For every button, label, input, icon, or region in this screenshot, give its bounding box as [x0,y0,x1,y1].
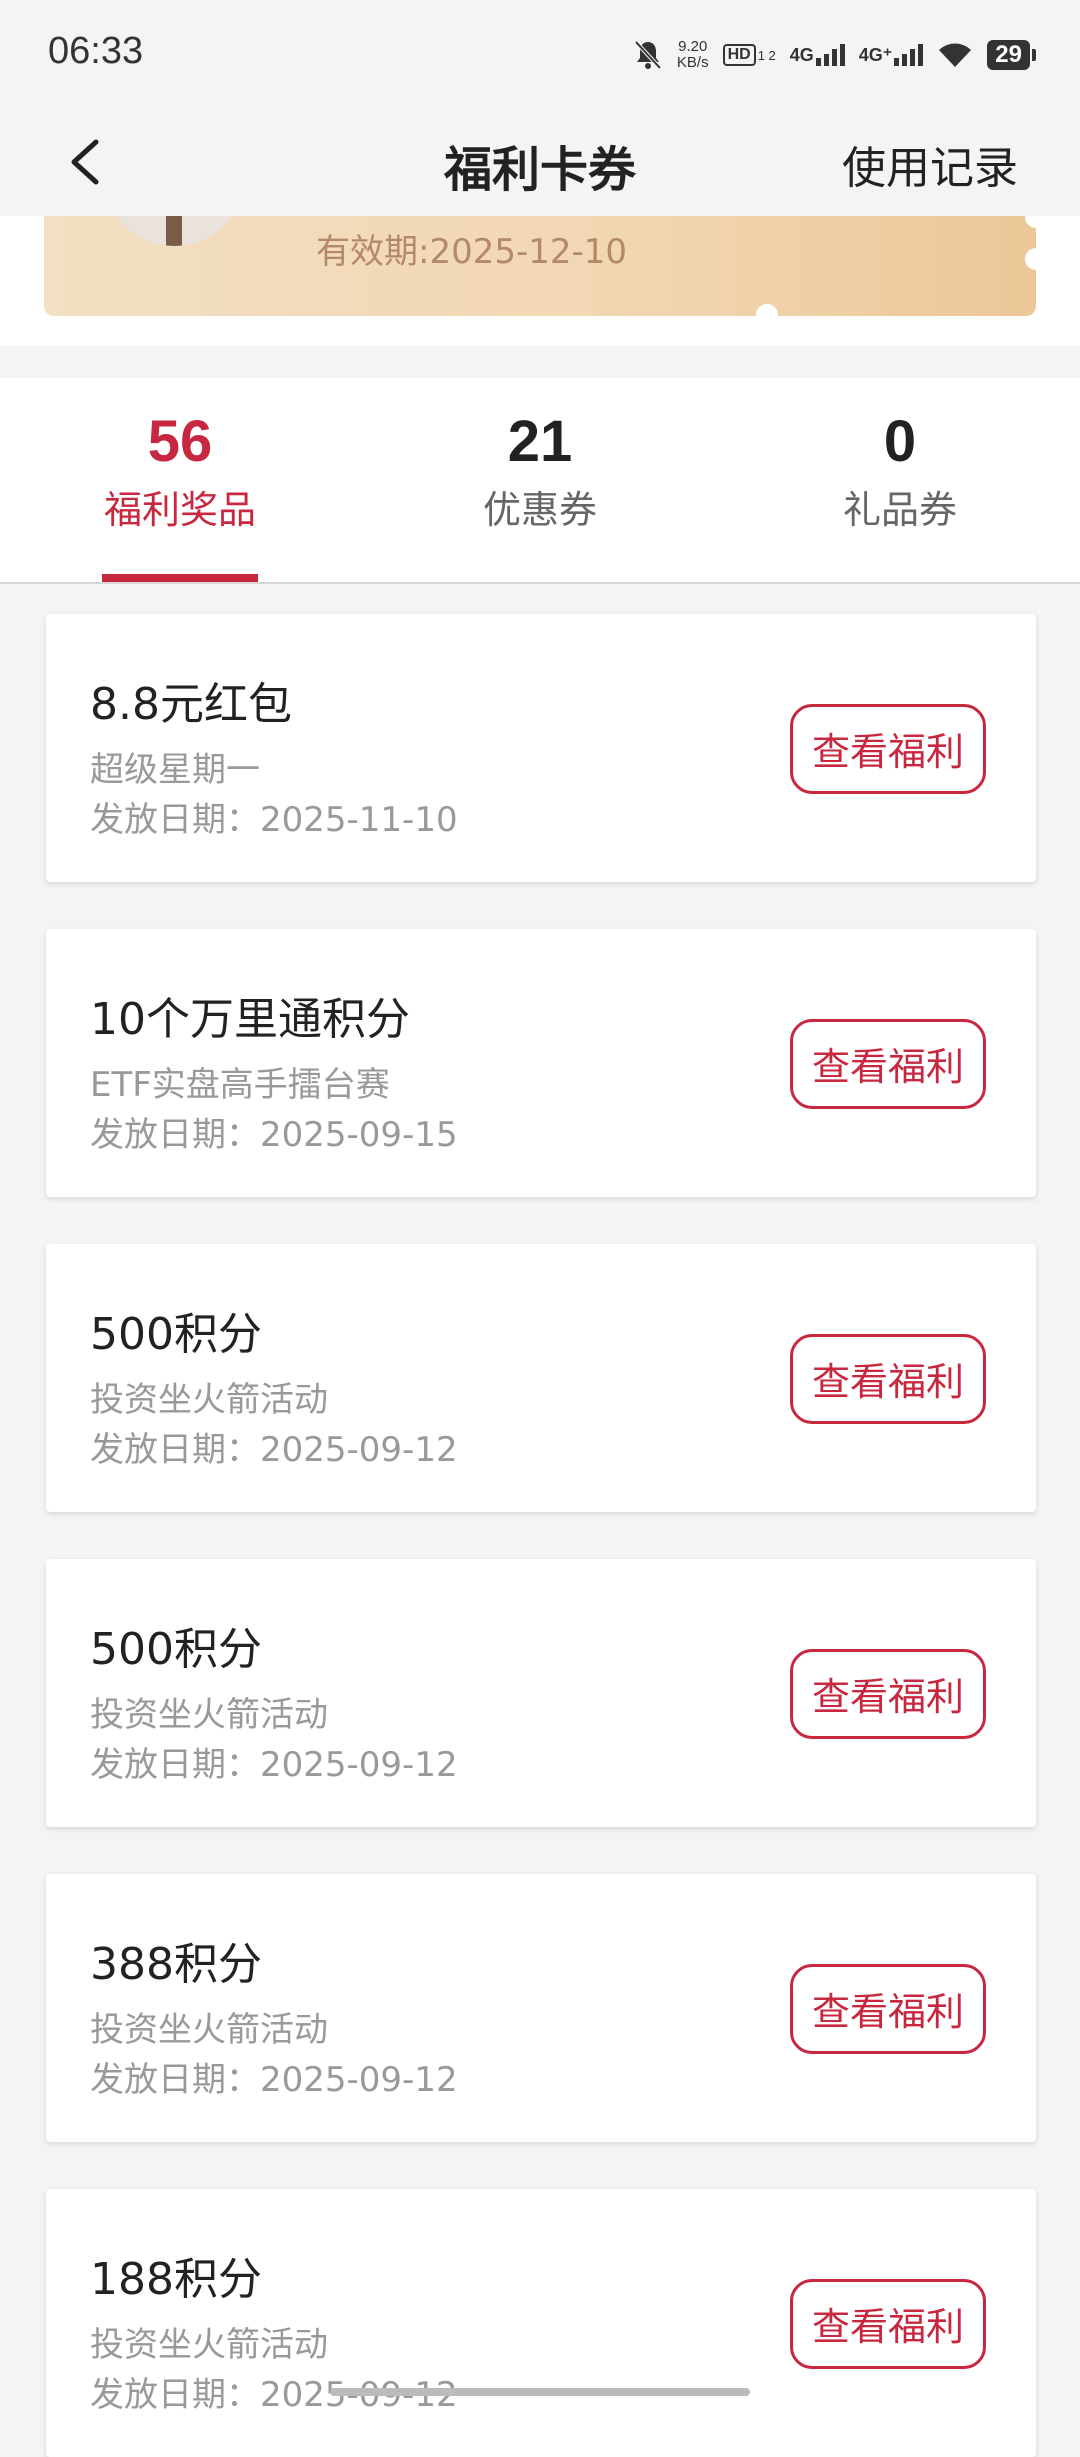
item-title: 8.8元红包 [90,679,292,730]
item-title: 188积分 [90,2254,262,2305]
tab-gift-vouchers[interactable]: 0 礼品券 [750,408,1050,534]
battery-icon: 29 [987,40,1036,70]
item-title: 388积分 [90,1939,262,1990]
list-item: 500积分 投资坐火箭活动 发放日期：2025-09-12 查看福利 [46,1244,1036,1512]
status-time: 06:33 [48,30,144,72]
hd-label: HD [722,44,756,66]
item-date: 发放日期：2025-09-12 [90,1430,458,1470]
tab-label: 福利奖品 [103,488,256,532]
item-source: 投资坐火箭活动 [90,2010,328,2050]
signal-1-label: 4G [789,44,814,65]
status-bar: 06:33 9.20 KB/s HD 1 2 4G 4G⁺ 29 [0,0,1080,108]
tab-coupons[interactable]: 21 优惠券 [390,408,690,534]
item-title: 500积分 [90,1624,262,1675]
hd-voice-icon: HD 1 2 [722,44,776,66]
item-source: 超级星期一 [90,750,260,790]
list-item: 10个万里通积分 ETF实盘高手擂台赛 发放日期：2025-09-15 查看福利 [46,929,1036,1197]
usage-history-link[interactable]: 使用记录 [842,132,1018,196]
nav-bar: 福利卡券 使用记录 [0,108,1080,216]
view-welfare-button[interactable]: 查看福利 [790,704,986,794]
list-item: 388积分 投资坐火箭活动 发放日期：2025-09-12 查看福利 [46,1874,1036,2142]
network-speed: 9.20 KB/s [677,39,709,71]
signal-2-label: 4G⁺ [858,44,893,65]
tab-label: 优惠券 [482,488,597,532]
list-item: 8.8元红包 超级星期一 发放日期：2025-11-10 查看福利 [46,614,1036,882]
tab-count: 0 [883,409,917,474]
view-welfare-button[interactable]: 查看福利 [790,1019,986,1109]
item-date: 发放日期：2025-09-12 [90,2060,458,2100]
mute-bell-icon [633,39,663,71]
voucher-notch [756,304,778,316]
item-source: ETF实盘高手擂台赛 [90,1065,390,1105]
item-date: 发放日期：2025-11-10 [90,800,458,840]
tab-count: 56 [147,409,213,474]
item-title: 10个万里通积分 [90,994,410,1045]
view-welfare-button[interactable]: 查看福利 [790,1334,986,1424]
voucher-area: 有效期:2025-12-10 [0,186,1080,346]
view-welfare-button[interactable]: 查看福利 [790,1649,986,1739]
tab-label: 礼品券 [842,488,957,532]
voucher-validity: 有效期:2025-12-10 [316,232,628,272]
item-date: 发放日期：2025-09-12 [90,1745,458,1785]
signal-2-icon: 4G⁺ [859,44,924,66]
hd-sub: 1 2 [757,47,776,63]
list-item: 188积分 投资坐火箭活动 发放日期：2025-09-12 查看福利 [46,2189,1036,2457]
signal-1-icon: 4G [790,44,845,66]
item-date: 发放日期：2025-09-15 [90,1115,458,1155]
view-welfare-button[interactable]: 查看福利 [790,2279,986,2369]
home-indicator[interactable] [330,2388,750,2396]
wifi-icon [937,41,973,69]
active-tab-indicator [102,574,258,582]
list-item: 500积分 投资坐火箭活动 发放日期：2025-09-12 查看福利 [46,1559,1036,1827]
status-icons: 9.20 KB/s HD 1 2 4G 4G⁺ 29 [633,30,1036,80]
voucher-notch [1025,248,1036,270]
view-welfare-button[interactable]: 查看福利 [790,1964,986,2054]
item-source: 投资坐火箭活动 [90,1380,328,1420]
item-title: 500积分 [90,1309,262,1360]
tab-welfare-prizes[interactable]: 56 福利奖品 [30,408,330,534]
item-source: 投资坐火箭活动 [90,2325,328,2365]
item-source: 投资坐火箭活动 [90,1695,328,1735]
category-tabs: 56 福利奖品 21 优惠券 0 礼品券 [0,378,1080,584]
speed-value: 9.20 [678,38,708,55]
tab-count: 21 [507,409,573,474]
speed-unit: KB/s [676,54,709,71]
